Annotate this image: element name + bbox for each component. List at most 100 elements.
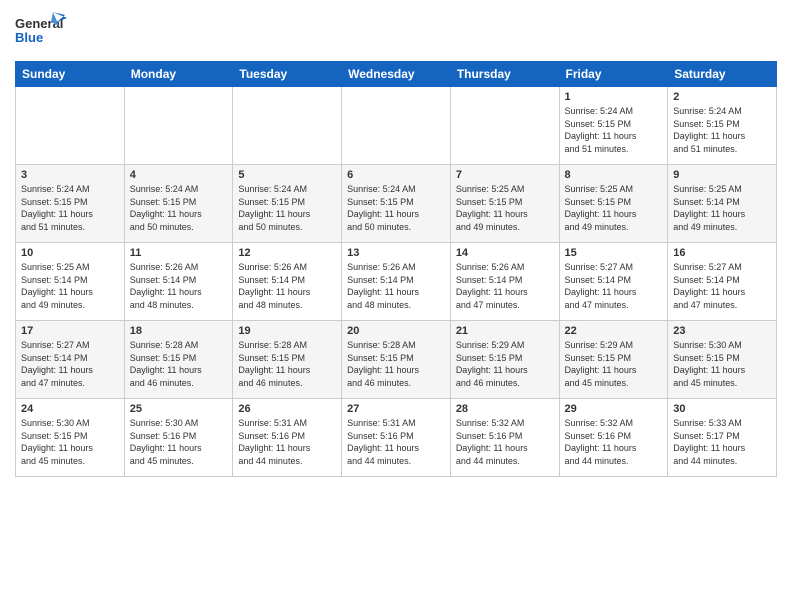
day-number: 14 (456, 247, 554, 259)
day-info: Sunrise: 5:33 AM Sunset: 5:17 PM Dayligh… (673, 417, 771, 467)
day-number: 19 (238, 325, 336, 337)
day-info: Sunrise: 5:28 AM Sunset: 5:15 PM Dayligh… (238, 339, 336, 389)
day-number: 16 (673, 247, 771, 259)
day-number: 1 (565, 91, 663, 103)
day-number: 25 (130, 403, 228, 415)
day-number: 30 (673, 403, 771, 415)
calendar-cell: 2 Sunrise: 5:24 AM Sunset: 5:15 PM Daylig… (668, 87, 777, 165)
day-info: Sunrise: 5:26 AM Sunset: 5:14 PM Dayligh… (456, 261, 554, 311)
calendar-cell: 13 Sunrise: 5:26 AM Sunset: 5:14 PM Dayli… (342, 243, 451, 321)
weekday-header-friday: Friday (559, 62, 668, 87)
calendar-cell: 8 Sunrise: 5:25 AM Sunset: 5:15 PM Daylig… (559, 165, 668, 243)
calendar-cell: 27 Sunrise: 5:31 AM Sunset: 5:16 PM Dayli… (342, 399, 451, 477)
day-info: Sunrise: 5:28 AM Sunset: 5:15 PM Dayligh… (347, 339, 445, 389)
day-number: 6 (347, 169, 445, 181)
calendar-cell: 19 Sunrise: 5:28 AM Sunset: 5:15 PM Dayli… (233, 321, 342, 399)
calendar-cell: 29 Sunrise: 5:32 AM Sunset: 5:16 PM Dayli… (559, 399, 668, 477)
header: General Blue (15, 10, 777, 53)
calendar-cell (342, 87, 451, 165)
day-info: Sunrise: 5:29 AM Sunset: 5:15 PM Dayligh… (565, 339, 663, 389)
day-info: Sunrise: 5:24 AM Sunset: 5:15 PM Dayligh… (673, 105, 771, 155)
week-row-1: 1 Sunrise: 5:24 AM Sunset: 5:15 PM Daylig… (16, 87, 777, 165)
day-number: 9 (673, 169, 771, 181)
day-info: Sunrise: 5:24 AM Sunset: 5:15 PM Dayligh… (21, 183, 119, 233)
calendar-cell: 11Sunrise: 5:26 AM Sunset: 5:14 PM Dayli… (124, 243, 233, 321)
calendar-cell: 23Sunrise: 5:30 AM Sunset: 5:15 PM Dayli… (668, 321, 777, 399)
day-number: 8 (565, 169, 663, 181)
day-number: 12 (238, 247, 336, 259)
day-info: Sunrise: 5:32 AM Sunset: 5:16 PM Dayligh… (565, 417, 663, 467)
day-info: Sunrise: 5:32 AM Sunset: 5:16 PM Dayligh… (456, 417, 554, 467)
day-info: Sunrise: 5:27 AM Sunset: 5:14 PM Dayligh… (21, 339, 119, 389)
day-info: Sunrise: 5:31 AM Sunset: 5:16 PM Dayligh… (238, 417, 336, 467)
day-number: 3 (21, 169, 119, 181)
day-info: Sunrise: 5:28 AM Sunset: 5:15 PM Dayligh… (130, 339, 228, 389)
day-number: 15 (565, 247, 663, 259)
weekday-header-monday: Monday (124, 62, 233, 87)
day-info: Sunrise: 5:26 AM Sunset: 5:14 PM Dayligh… (347, 261, 445, 311)
calendar-cell: 24Sunrise: 5:30 AM Sunset: 5:15 PM Dayli… (16, 399, 125, 477)
day-number: 2 (673, 91, 771, 103)
calendar-cell: 6 Sunrise: 5:24 AM Sunset: 5:15 PM Daylig… (342, 165, 451, 243)
week-row-2: 3 Sunrise: 5:24 AM Sunset: 5:15 PM Daylig… (16, 165, 777, 243)
page: General Blue SundayMondayTuesdayWednesda… (0, 0, 792, 612)
day-info: Sunrise: 5:24 AM Sunset: 5:15 PM Dayligh… (130, 183, 228, 233)
weekday-header-saturday: Saturday (668, 62, 777, 87)
weekday-header-tuesday: Tuesday (233, 62, 342, 87)
calendar-cell (450, 87, 559, 165)
week-row-5: 24Sunrise: 5:30 AM Sunset: 5:15 PM Dayli… (16, 399, 777, 477)
week-row-4: 17 Sunrise: 5:27 AM Sunset: 5:14 PM Dayli… (16, 321, 777, 399)
day-number: 28 (456, 403, 554, 415)
calendar-cell (124, 87, 233, 165)
calendar-cell: 5Sunrise: 5:24 AM Sunset: 5:15 PM Daylig… (233, 165, 342, 243)
day-info: Sunrise: 5:26 AM Sunset: 5:14 PM Dayligh… (238, 261, 336, 311)
day-number: 21 (456, 325, 554, 337)
day-number: 13 (347, 247, 445, 259)
day-number: 22 (565, 325, 663, 337)
calendar-cell: 15 Sunrise: 5:27 AM Sunset: 5:14 PM Dayli… (559, 243, 668, 321)
day-number: 29 (565, 403, 663, 415)
calendar-cell: 22 Sunrise: 5:29 AM Sunset: 5:15 PM Dayli… (559, 321, 668, 399)
calendar-cell: 16 Sunrise: 5:27 AM Sunset: 5:14 PM Dayli… (668, 243, 777, 321)
calendar-table: SundayMondayTuesdayWednesdayThursdayFrid… (15, 61, 777, 477)
day-info: Sunrise: 5:29 AM Sunset: 5:15 PM Dayligh… (456, 339, 554, 389)
day-info: Sunrise: 5:31 AM Sunset: 5:16 PM Dayligh… (347, 417, 445, 467)
calendar-cell: 9 Sunrise: 5:25 AM Sunset: 5:14 PM Daylig… (668, 165, 777, 243)
calendar-cell: 3 Sunrise: 5:24 AM Sunset: 5:15 PM Daylig… (16, 165, 125, 243)
day-number: 23 (673, 325, 771, 337)
calendar-cell (233, 87, 342, 165)
day-number: 26 (238, 403, 336, 415)
calendar-cell: 18Sunrise: 5:28 AM Sunset: 5:15 PM Dayli… (124, 321, 233, 399)
day-number: 17 (21, 325, 119, 337)
calendar-cell: 1Sunrise: 5:24 AM Sunset: 5:15 PM Daylig… (559, 87, 668, 165)
weekday-header-wednesday: Wednesday (342, 62, 451, 87)
calendar-cell: 10 Sunrise: 5:25 AM Sunset: 5:14 PM Dayli… (16, 243, 125, 321)
day-number: 24 (21, 403, 119, 415)
day-number: 11 (130, 247, 228, 259)
day-info: Sunrise: 5:24 AM Sunset: 5:15 PM Dayligh… (347, 183, 445, 233)
calendar-cell: 12 Sunrise: 5:26 AM Sunset: 5:14 PM Dayli… (233, 243, 342, 321)
day-info: Sunrise: 5:24 AM Sunset: 5:15 PM Dayligh… (238, 183, 336, 233)
calendar-cell: 21 Sunrise: 5:29 AM Sunset: 5:15 PM Dayli… (450, 321, 559, 399)
calendar-cell: 14 Sunrise: 5:26 AM Sunset: 5:14 PM Dayli… (450, 243, 559, 321)
weekday-header-sunday: Sunday (16, 62, 125, 87)
calendar-cell: 26 Sunrise: 5:31 AM Sunset: 5:16 PM Dayli… (233, 399, 342, 477)
day-number: 10 (21, 247, 119, 259)
day-info: Sunrise: 5:25 AM Sunset: 5:14 PM Dayligh… (673, 183, 771, 233)
calendar-cell (16, 87, 125, 165)
logo-svg: General Blue (15, 10, 67, 48)
day-info: Sunrise: 5:25 AM Sunset: 5:15 PM Dayligh… (565, 183, 663, 233)
day-info: Sunrise: 5:25 AM Sunset: 5:14 PM Dayligh… (21, 261, 119, 311)
calendar-cell: 7Sunrise: 5:25 AM Sunset: 5:15 PM Daylig… (450, 165, 559, 243)
calendar-cell: 30 Sunrise: 5:33 AM Sunset: 5:17 PM Dayli… (668, 399, 777, 477)
week-row-3: 10 Sunrise: 5:25 AM Sunset: 5:14 PM Dayli… (16, 243, 777, 321)
svg-text:Blue: Blue (15, 30, 43, 45)
day-number: 20 (347, 325, 445, 337)
day-info: Sunrise: 5:27 AM Sunset: 5:14 PM Dayligh… (673, 261, 771, 311)
day-number: 27 (347, 403, 445, 415)
day-number: 4 (130, 169, 228, 181)
day-info: Sunrise: 5:27 AM Sunset: 5:14 PM Dayligh… (565, 261, 663, 311)
calendar-cell: 25Sunrise: 5:30 AM Sunset: 5:16 PM Dayli… (124, 399, 233, 477)
day-number: 7 (456, 169, 554, 181)
calendar-cell: 28 Sunrise: 5:32 AM Sunset: 5:16 PM Dayli… (450, 399, 559, 477)
